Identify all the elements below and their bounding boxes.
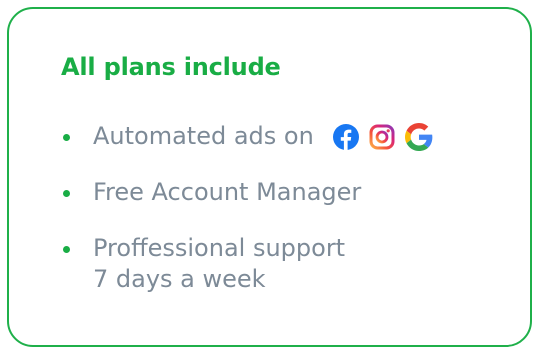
facebook-icon (333, 124, 360, 150)
bullet-icon (63, 246, 70, 253)
support-label-line1: Proffessional support (93, 234, 346, 262)
list-item-account-manager: Free Account Manager (61, 177, 433, 208)
automated-ads-label: Automated ads on (93, 122, 314, 150)
features-list: Automated ads on Free Account Manager Pr… (61, 121, 433, 295)
bullet-icon (63, 134, 70, 141)
google-icon (405, 123, 433, 151)
bullet-icon (63, 190, 70, 197)
account-manager-label: Free Account Manager (93, 178, 362, 206)
support-label-line2: 7 days a week (93, 265, 266, 293)
card-title: All plans include (61, 53, 281, 81)
plans-card: All plans include Automated ads on Free … (7, 7, 532, 347)
social-icons (333, 123, 433, 151)
instagram-icon (369, 124, 395, 150)
list-item-support: Proffessional support 7 days a week (61, 233, 433, 295)
list-item-automated-ads: Automated ads on (61, 121, 433, 152)
